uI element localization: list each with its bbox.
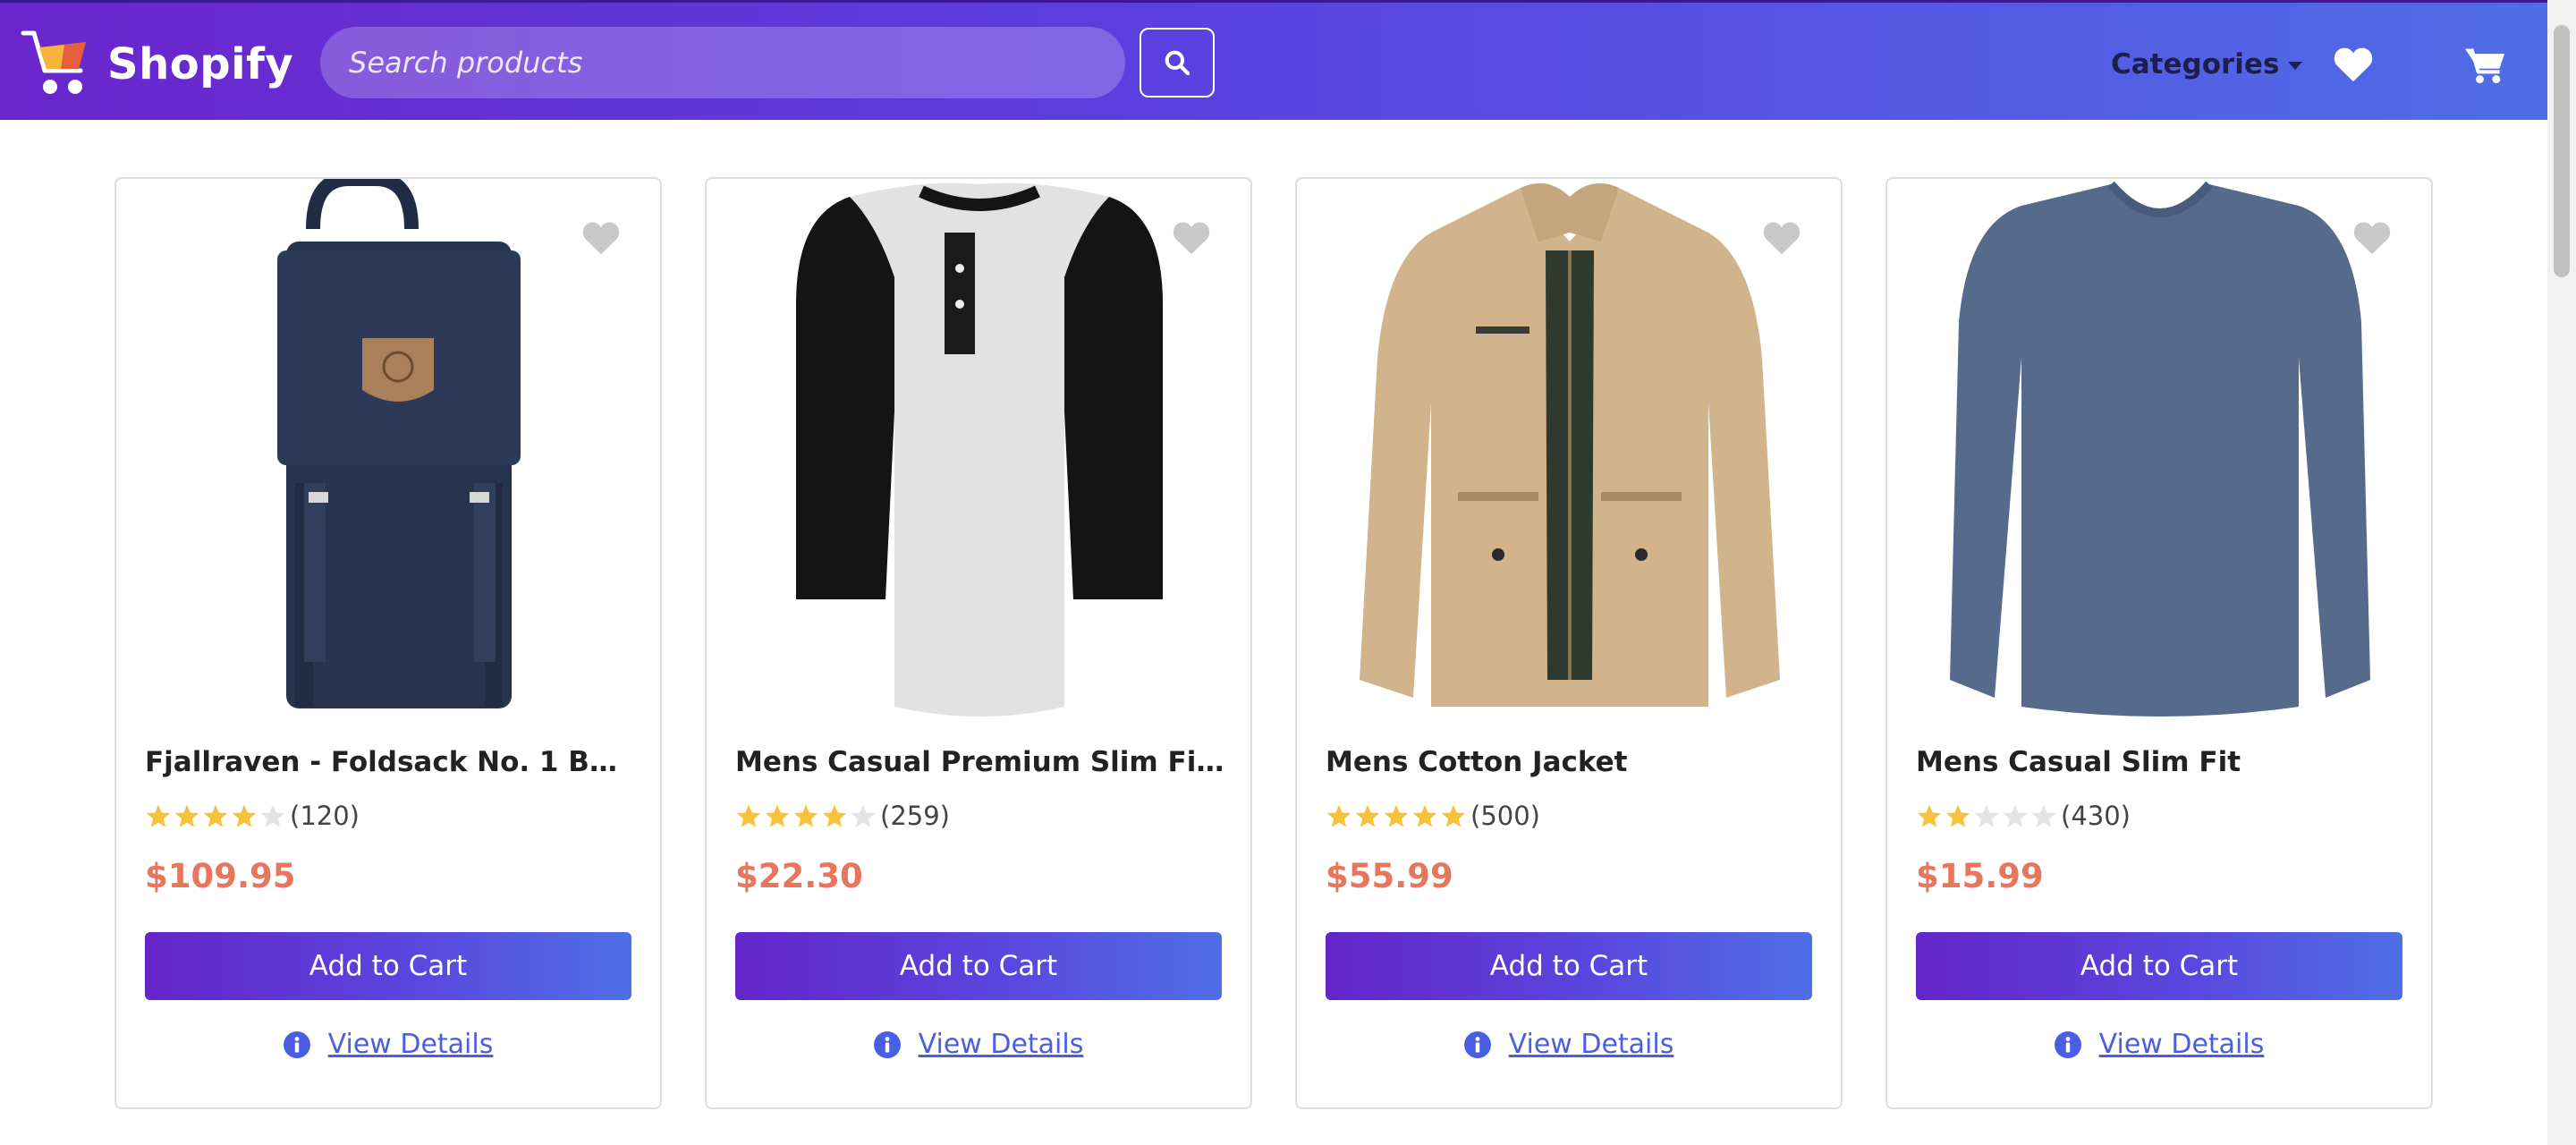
- search-icon: [1165, 50, 1191, 76]
- star-empty-icon: [260, 804, 285, 827]
- shopping-cart-icon[interactable]: [2463, 46, 2506, 85]
- product-price: $15.99: [1916, 857, 2044, 895]
- star-filled-icon: [765, 804, 790, 827]
- rating-count: (259): [880, 801, 950, 831]
- product-title[interactable]: Mens Casual Premium Slim Fit T-S...: [735, 742, 1225, 782]
- view-details: View Details: [1887, 1029, 2431, 1060]
- product-card: Mens Cotton Jacket (500) $55.99 Add to C…: [1295, 177, 1843, 1109]
- info-icon: [1463, 1030, 1491, 1058]
- product-rating: (430): [1916, 796, 2131, 835]
- rating-stars: [735, 802, 878, 829]
- star-empty-icon: [2003, 804, 2028, 827]
- product-title[interactable]: Mens Cotton Jacket: [1326, 742, 1816, 782]
- add-to-wishlist-heart-icon[interactable]: [581, 220, 621, 256]
- star-filled-icon: [736, 804, 761, 827]
- view-details-link[interactable]: View Details: [919, 1029, 1084, 1060]
- star-filled-icon: [1326, 804, 1352, 827]
- backpack-image[interactable]: [152, 179, 626, 721]
- product-rating: (120): [145, 796, 360, 835]
- product-card: Mens Casual Slim Fit (430) $15.99 Add to…: [1885, 177, 2433, 1109]
- star-filled-icon: [1441, 804, 1466, 827]
- star-filled-icon: [174, 804, 199, 827]
- raglan-tshirt-image[interactable]: [742, 179, 1216, 721]
- add-to-wishlist-heart-icon[interactable]: [2352, 220, 2392, 256]
- add-to-cart-button[interactable]: Add to Cart: [1326, 932, 1812, 1000]
- longsleeve-shirt-image[interactable]: [1923, 179, 2397, 721]
- star-filled-icon: [1412, 804, 1437, 827]
- view-details-link[interactable]: View Details: [328, 1029, 494, 1060]
- categories-dropdown[interactable]: Categories: [2111, 42, 2303, 87]
- star-empty-icon: [851, 804, 876, 827]
- add-to-cart-button[interactable]: Add to Cart: [735, 932, 1222, 1000]
- star-filled-icon: [1945, 804, 1970, 827]
- search-input[interactable]: [320, 27, 1125, 98]
- info-icon: [873, 1030, 901, 1058]
- info-icon: [2054, 1030, 2081, 1058]
- product-title[interactable]: Fjallraven - Foldsack No. 1 Backpa...: [145, 742, 635, 782]
- rating-stars: [1916, 802, 2059, 829]
- rating-count: (120): [290, 801, 360, 831]
- cotton-jacket-image[interactable]: [1333, 179, 1807, 721]
- star-filled-icon: [203, 804, 228, 827]
- star-filled-icon: [793, 804, 818, 827]
- page: Shopify Categories: [0, 0, 2547, 1145]
- info-icon: [283, 1030, 310, 1058]
- add-to-wishlist-heart-icon[interactable]: [1762, 220, 1801, 256]
- view-details: View Details: [1297, 1029, 1841, 1060]
- brand-name[interactable]: Shopify: [107, 37, 293, 92]
- add-to-cart-button[interactable]: Add to Cart: [1916, 932, 2402, 1000]
- wishlist-heart-icon[interactable]: [2333, 46, 2374, 83]
- star-filled-icon: [1355, 804, 1380, 827]
- rating-count: (500): [1470, 801, 1540, 831]
- product-price: $109.95: [145, 857, 296, 895]
- scrollbar-thumb[interactable]: [2554, 25, 2570, 277]
- search-button[interactable]: [1140, 28, 1215, 98]
- page-scrollbar[interactable]: [2547, 0, 2576, 1145]
- product-price: $22.30: [735, 857, 863, 895]
- chevron-down-icon: [2288, 61, 2303, 70]
- product-price: $55.99: [1326, 857, 1453, 895]
- view-details: View Details: [116, 1029, 660, 1060]
- star-empty-icon: [2031, 804, 2056, 827]
- add-to-wishlist-heart-icon[interactable]: [1172, 220, 1211, 256]
- view-details: View Details: [707, 1029, 1250, 1060]
- product-title[interactable]: Mens Casual Slim Fit: [1916, 742, 2406, 782]
- add-to-cart-button[interactable]: Add to Cart: [145, 932, 631, 1000]
- product-card: Mens Casual Premium Slim Fit T-S... (259…: [705, 177, 1252, 1109]
- view-details-link[interactable]: View Details: [1509, 1029, 1674, 1060]
- star-filled-icon: [1917, 804, 1942, 827]
- cart-logo-icon[interactable]: [20, 24, 93, 101]
- rating-stars: [145, 802, 288, 829]
- star-filled-icon: [822, 804, 847, 827]
- rating-stars: [1326, 802, 1469, 829]
- product-card: Fjallraven - Foldsack No. 1 Backpa... (1…: [114, 177, 662, 1109]
- navbar: Shopify Categories: [0, 0, 2547, 120]
- star-filled-icon: [146, 804, 171, 827]
- product-rating: (500): [1326, 796, 1540, 835]
- star-filled-icon: [232, 804, 257, 827]
- categories-label: Categories: [2111, 48, 2280, 81]
- star-empty-icon: [1974, 804, 1999, 827]
- view-details-link[interactable]: View Details: [2099, 1029, 2265, 1060]
- rating-count: (430): [2061, 801, 2131, 831]
- product-rating: (259): [735, 796, 950, 835]
- star-filled-icon: [1384, 804, 1409, 827]
